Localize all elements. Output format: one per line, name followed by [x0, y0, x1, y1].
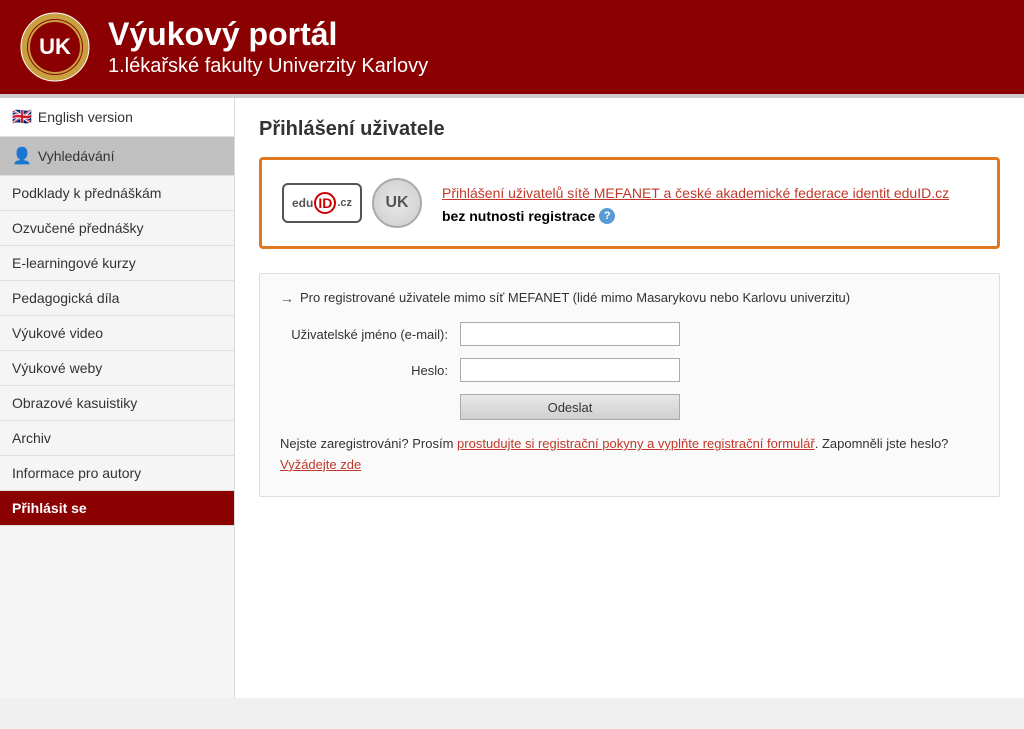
help-icon[interactable]: ? — [599, 208, 615, 224]
federated-login-link[interactable]: Přihlášení uživatelů sítě MEFANET a česk… — [442, 185, 949, 201]
page-header: UK Výukový portál 1.lékařské fakulty Uni… — [0, 0, 1024, 94]
sidebar-item-label: Výukové video — [12, 325, 103, 341]
title-line2: 1.lékařské fakulty Univerzity Karlovy — [108, 53, 428, 79]
recover-password-link[interactable]: Vyžádejte zde — [280, 457, 361, 472]
form-intro: → Pro registrované uživatele mimo síť ME… — [280, 290, 979, 306]
sidebar-item-pedagogicka[interactable]: Pedagogická díla — [0, 281, 234, 316]
sub-text: bez nutnosti registrace — [442, 208, 595, 224]
federated-login-text: Přihlášení uživatelů sítě MEFANET a česk… — [442, 183, 977, 224]
sidebar-item-obrazove[interactable]: Obrazové kasuistiky — [0, 386, 234, 421]
sidebar-item-informace[interactable]: Informace pro autory — [0, 456, 234, 491]
username-row: Uživatelské jméno (e-mail): — [280, 322, 979, 346]
submit-button[interactable]: Odeslat — [460, 394, 680, 420]
password-row: Heslo: — [280, 358, 979, 382]
eduid-logo: edu ID .cz — [282, 183, 362, 223]
page-layout: 🇬🇧 English version 👤 Vyhledávání Podklad… — [0, 98, 1024, 698]
arrow-icon: → — [280, 290, 294, 306]
sidebar-item-label: Ozvučené přednášky — [12, 220, 144, 236]
person-icon: 👤 — [12, 146, 32, 166]
sidebar-item-archiv[interactable]: Archiv — [0, 421, 234, 456]
sidebar-item-podklady[interactable]: Podklady k přednáškám — [0, 176, 234, 211]
sidebar-item-label: Archiv — [12, 430, 51, 446]
password-label: Heslo: — [280, 363, 460, 378]
submit-row: Odeslat — [280, 394, 979, 420]
sidebar-item-search[interactable]: 👤 Vyhledávání — [0, 137, 234, 176]
sidebar-item-label: Obrazové kasuistiky — [12, 395, 137, 411]
no-registration-text: bez nutnosti registrace ? — [442, 208, 977, 224]
form-intro-text: Pro registrované uživatele mimo síť MEFA… — [300, 290, 850, 305]
sidebar-item-label: Informace pro autory — [12, 465, 141, 481]
sidebar-item-label: English version — [38, 109, 133, 125]
footer-please: Prosím — [412, 436, 457, 451]
sidebar-item-label: Přihlásit se — [12, 500, 87, 516]
title-line1: Výukový portál — [108, 15, 428, 53]
sidebar-item-label: Podklady k přednáškám — [12, 185, 161, 201]
sidebar-item-elearning[interactable]: E-learningové kurzy — [0, 246, 234, 281]
flag-icon: 🇬🇧 — [12, 107, 32, 127]
registration-link[interactable]: prostudujte si registrační pokyny a vypl… — [457, 436, 815, 451]
username-input[interactable] — [460, 322, 680, 346]
main-content: Přihlášení uživatele edu ID .cz UK Přihl… — [235, 98, 1024, 698]
sidebar-item-vyukove-video[interactable]: Výukové video — [0, 316, 234, 351]
username-label: Uživatelské jméno (e-mail): — [280, 327, 460, 342]
university-logo: UK — [20, 12, 90, 82]
sidebar-item-prihlasit[interactable]: Přihlásit se — [0, 491, 234, 526]
federated-login-box: edu ID .cz UK Přihlášení uživatelů sítě … — [259, 157, 1000, 249]
sidebar-item-english[interactable]: 🇬🇧 English version — [0, 98, 234, 137]
form-footer: Nejste zaregistrováni? Prosím prostudujt… — [280, 434, 979, 476]
sidebar-item-vyukove-weby[interactable]: Výukové weby — [0, 351, 234, 386]
sidebar: 🇬🇧 English version 👤 Vyhledávání Podklad… — [0, 98, 235, 698]
password-input[interactable] — [460, 358, 680, 382]
sidebar-item-label: Pedagogická díla — [12, 290, 119, 306]
forgot-text: Zapomněli jste heslo? — [822, 436, 948, 451]
uk-label: UK — [385, 194, 408, 212]
page-title: Přihlášení uživatele — [259, 118, 1000, 141]
sidebar-item-ozvucene[interactable]: Ozvučené přednášky — [0, 211, 234, 246]
svg-text:UK: UK — [39, 34, 71, 59]
not-registered-text: Nejste zaregistrováni? — [280, 436, 409, 451]
sidebar-item-label: Vyhledávání — [38, 148, 115, 164]
login-form-section: → Pro registrované uživatele mimo síť ME… — [259, 273, 1000, 497]
sidebar-item-label: E-learningové kurzy — [12, 255, 136, 271]
uk-logo: UK — [372, 178, 422, 228]
sidebar-item-label: Výukové weby — [12, 360, 102, 376]
logos-area: edu ID .cz UK — [282, 178, 422, 228]
site-title: Výukový portál 1.lékařské fakulty Univer… — [108, 15, 428, 79]
